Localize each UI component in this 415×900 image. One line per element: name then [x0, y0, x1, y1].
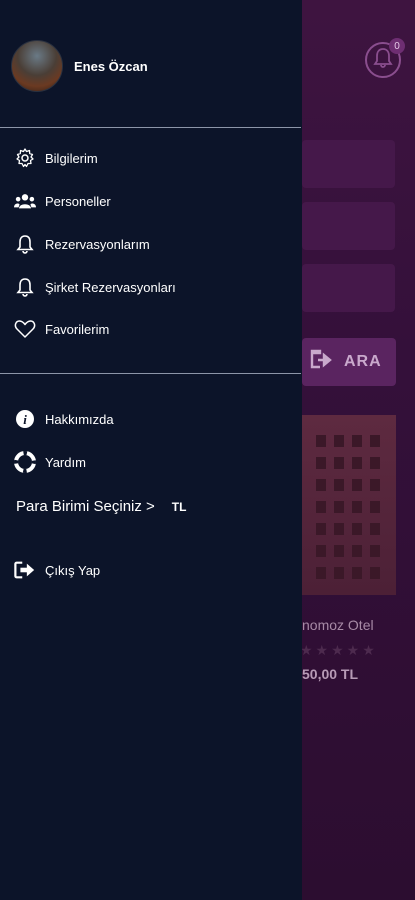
menu-item-personeller[interactable]: Personeller: [14, 189, 111, 213]
profile-header[interactable]: Enes Özcan: [11, 40, 148, 92]
logout-label: Çıkış Yap: [45, 562, 101, 578]
logout-button[interactable]: Çıkış Yap: [14, 558, 100, 582]
menu-item-bilgilerim[interactable]: Bilgilerim: [14, 146, 98, 170]
search-arrow-icon: [310, 349, 336, 376]
menu-item-label: Rezervasyonlarım: [45, 236, 150, 252]
menu-item-label: Hakkımızda: [45, 411, 114, 427]
menu-item-favorilerim[interactable]: Favorilerim: [14, 317, 109, 341]
menu-item-hakkimizda[interactable]: i Hakkımızda: [14, 407, 114, 431]
menu-item-rezervasyonlarim[interactable]: Rezervasyonlarım: [14, 232, 150, 256]
bell-icon: [14, 233, 36, 255]
hotel-price: 50,00 TL: [302, 666, 359, 682]
search-field-1[interactable]: [302, 140, 395, 188]
menu-item-label: Favorilerim: [45, 321, 110, 337]
divider: [0, 373, 301, 374]
menu-item-yardim[interactable]: Yardım: [14, 450, 86, 474]
currency-value: TL: [171, 499, 187, 514]
currency-label: Para Birimi Seçiniz >: [16, 498, 155, 515]
search-button[interactable]: ARA: [302, 338, 396, 386]
divider: [0, 127, 301, 128]
search-field-3[interactable]: [302, 264, 395, 312]
hotel-image[interactable]: [302, 415, 396, 595]
lifebuoy-icon: [14, 451, 36, 473]
people-icon: [14, 190, 36, 212]
search-field-2[interactable]: [302, 202, 395, 250]
menu-item-label: Personeller: [45, 193, 111, 209]
menu-item-label: Yardım: [45, 454, 86, 470]
hotel-name: nomoz Otel: [302, 617, 374, 633]
bell-icon: [14, 276, 36, 298]
info-icon: i: [14, 408, 36, 430]
navigation-drawer: Enes Özcan Bilgilerim Personeller Rezerv…: [0, 0, 302, 900]
notification-count-badge: 0: [389, 38, 405, 54]
search-button-label: ARA: [344, 353, 382, 370]
gear-icon: [14, 147, 36, 169]
profile-name: Enes Özcan: [74, 58, 148, 74]
menu-item-sirket-rezervasyonlari[interactable]: Şirket Rezervasyonları: [14, 275, 176, 299]
hotel-rating-stars: ★★★★★: [300, 642, 378, 658]
avatar[interactable]: [11, 40, 63, 92]
heart-icon: [14, 318, 36, 340]
svg-text:i: i: [23, 412, 27, 427]
currency-selector[interactable]: Para Birimi Seçiniz > TL: [16, 498, 186, 515]
logout-icon: [14, 559, 36, 581]
menu-item-label: Şirket Rezervasyonları: [45, 279, 176, 295]
menu-item-label: Bilgilerim: [45, 150, 98, 166]
